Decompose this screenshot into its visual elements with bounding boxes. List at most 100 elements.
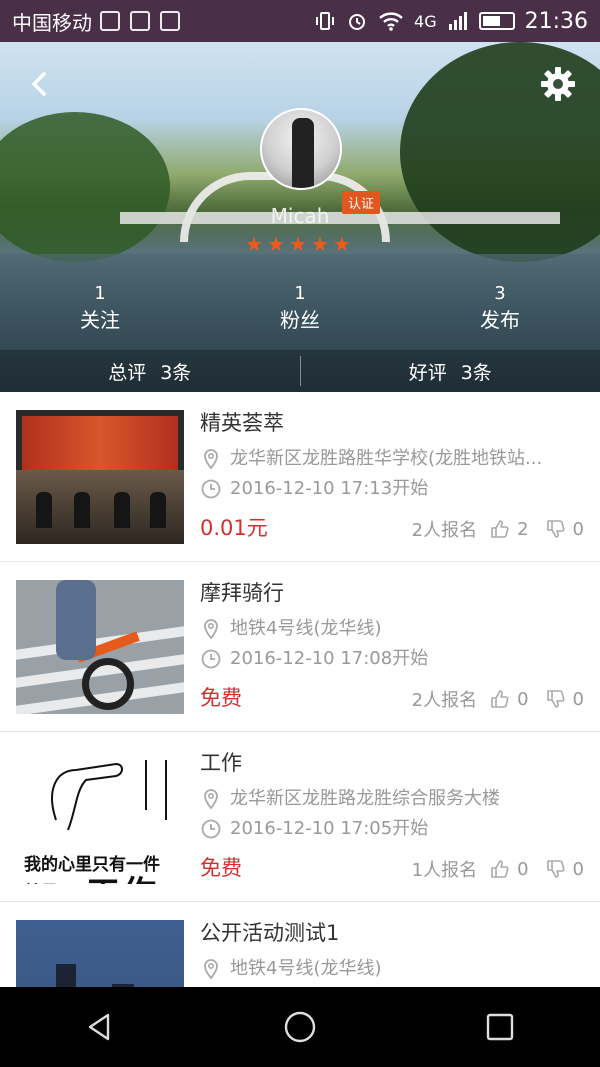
event-meta: 1人报名 0 0 <box>412 856 584 882</box>
stat-published[interactable]: 3 发布 <box>400 282 600 342</box>
thumb-caption-big: 工作 <box>86 866 158 884</box>
event-title: 工作 <box>200 751 242 775</box>
stat-value: 1 <box>294 283 306 304</box>
username: Micah <box>270 204 330 228</box>
dislike-count: 0 <box>572 688 584 710</box>
rating-stars: ★★★★★ <box>0 232 600 256</box>
network-type: 4G <box>414 11 437 31</box>
event-thumbnail <box>16 920 184 987</box>
dislike-count: 0 <box>572 858 584 880</box>
location-text: 龙华新区龙胜路胜华学校(龙胜地铁站... <box>230 448 543 469</box>
event-time: 2016-12-10 17:08开始 <box>200 644 590 674</box>
square-recents-icon <box>486 1013 514 1041</box>
event-item[interactable]: 公开活动测试1 地铁4号线(龙华线) <box>0 902 600 987</box>
like-count: 0 <box>517 858 529 880</box>
event-item[interactable]: 摩拜骑行 地铁4号线(龙华线) 2016-12-10 17:08开始 免费 2人… <box>0 562 600 732</box>
stat-label: 发布 <box>480 308 520 332</box>
event-price: 免费 <box>200 686 242 710</box>
eval-label: 好评 <box>408 361 447 384</box>
dislike-count: 0 <box>572 518 584 540</box>
thumb-caption-line2: 就是 <box>24 878 58 884</box>
event-thumbnail: 我的心里只有一件 就是 工作 <box>16 750 184 884</box>
event-list[interactable]: 精英荟萃 龙华新区龙胜路胜华学校(龙胜地铁站... 2016-12-10 17:… <box>0 392 600 987</box>
location-text: 龙华新区龙胜路龙胜综合服务大楼 <box>230 788 500 809</box>
eval-count: 3条 <box>160 361 192 384</box>
event-time: 2016-12-10 17:13开始 <box>200 474 590 504</box>
eval-count: 3条 <box>460 361 492 384</box>
stat-value: 3 <box>494 283 506 304</box>
star-icon: ★ <box>289 232 311 256</box>
star-icon: ★ <box>332 232 355 256</box>
event-title: 摩拜骑行 <box>200 581 284 605</box>
settings-button[interactable] <box>538 64 578 104</box>
location-text: 地铁4号线(龙华线) <box>230 618 382 639</box>
like-count: 0 <box>517 688 529 710</box>
good-reviews-tab[interactable]: 好评 3条 <box>301 350 600 392</box>
triangle-back-icon <box>88 1013 110 1041</box>
thumbs-up-icon[interactable] <box>489 858 511 880</box>
event-location: 龙华新区龙胜路龙胜综合服务大楼 <box>200 784 590 814</box>
thumbs-up-icon[interactable] <box>489 688 511 710</box>
nav-home-button[interactable] <box>270 997 330 1057</box>
event-title: 精英荟萃 <box>200 411 284 435</box>
chat-notification-icon <box>130 11 150 31</box>
alarm-icon <box>349 14 366 30</box>
signup-count: 2人报名 <box>411 690 478 711</box>
thumbs-down-icon[interactable] <box>545 858 567 880</box>
event-location: 地铁4号线(龙华线) <box>200 614 590 644</box>
event-meta: 2人报名 2 0 <box>412 516 584 542</box>
sketch-arm-icon <box>51 760 167 831</box>
carrier-name: 中国移动 <box>12 10 92 35</box>
time-text: 2016-12-10 17:08开始 <box>230 648 429 669</box>
event-item[interactable]: 精英荟萃 龙华新区龙胜路胜华学校(龙胜地铁站... 2016-12-10 17:… <box>0 392 600 562</box>
time-text: 2016-12-10 17:05开始 <box>230 818 429 839</box>
profile-stats: 1 关注 1 粉丝 3 发布 <box>0 282 600 342</box>
profile-header: 认证 Micah ★★★★★ 1 关注 1 粉丝 3 发布 总评 3条 好评 3… <box>0 42 600 392</box>
thumbs-up-icon[interactable] <box>489 518 511 540</box>
event-thumbnail <box>16 410 184 544</box>
location-pin-icon <box>204 789 218 810</box>
stat-followers[interactable]: 1 粉丝 <box>200 282 400 342</box>
star-icon: ★ <box>245 232 268 256</box>
nav-recents-button[interactable] <box>470 997 530 1057</box>
event-item[interactable]: 我的心里只有一件 就是 工作 工作 龙华新区龙胜路龙胜综合服务大楼 2016-1… <box>0 732 600 902</box>
circle-home-icon <box>284 1011 316 1043</box>
stat-value: 1 <box>94 283 106 304</box>
clock-icon <box>201 649 221 669</box>
event-price: 免费 <box>200 856 242 880</box>
clock-icon <box>201 819 221 839</box>
avatar[interactable] <box>260 108 342 190</box>
location-pin-icon <box>204 449 218 470</box>
signal-icon <box>448 12 467 30</box>
event-price: 0.01元 <box>200 516 268 540</box>
event-thumbnail <box>16 580 184 714</box>
system-navigation-bar <box>0 987 600 1067</box>
signup-count: 2人报名 <box>411 520 478 541</box>
chevron-left-icon <box>32 72 46 96</box>
battery-icon <box>478 12 515 30</box>
vibrate-icon <box>316 12 335 30</box>
nav-back-button[interactable] <box>70 997 130 1057</box>
evaluation-bar: 总评 3条 好评 3条 <box>0 350 600 392</box>
signup-count: 1人报名 <box>411 860 478 881</box>
star-icon: ★ <box>267 232 290 256</box>
image-notification-icon <box>160 11 180 31</box>
event-time: 2016-12-10 17:05开始 <box>200 814 590 844</box>
edit-notification-icon <box>100 11 120 31</box>
total-reviews-tab[interactable]: 总评 3条 <box>0 350 300 392</box>
event-location: 地铁4号线(龙华线) <box>200 954 590 984</box>
location-pin-icon <box>204 959 218 980</box>
location-pin-icon <box>204 619 218 640</box>
stat-label: 关注 <box>80 308 120 332</box>
event-location: 龙华新区龙胜路胜华学校(龙胜地铁站... <box>200 444 590 474</box>
location-text: 地铁4号线(龙华线) <box>230 958 382 979</box>
stat-following[interactable]: 1 关注 <box>0 282 200 342</box>
thumbs-down-icon[interactable] <box>545 518 567 540</box>
like-count: 2 <box>517 518 529 540</box>
eval-label: 总评 <box>108 361 147 384</box>
time-text: 2016-12-10 17:13开始 <box>230 478 429 499</box>
event-title: 公开活动测试1 <box>200 921 340 945</box>
thumbs-down-icon[interactable] <box>545 688 567 710</box>
gear-icon <box>541 67 575 101</box>
back-button[interactable] <box>22 66 58 102</box>
